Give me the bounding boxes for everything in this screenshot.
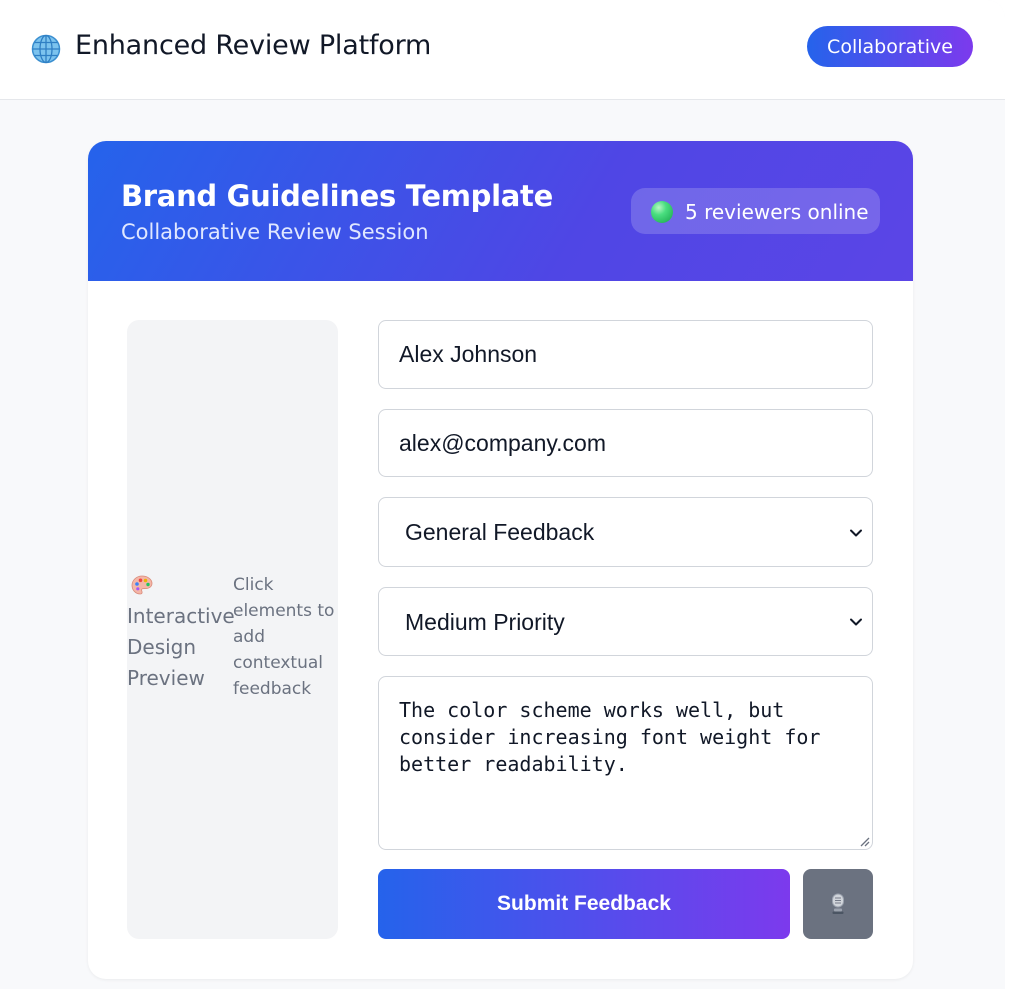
design-preview-panel[interactable]: Interactive Design Preview Click element…	[127, 320, 338, 939]
feedback-type-select[interactable]: General Feedback	[378, 497, 873, 567]
page: Enhanced Review Platform Collaborative B…	[0, 0, 1005, 989]
feedback-type-value: General Feedback	[405, 519, 595, 545]
email-field[interactable]: alex@company.com	[378, 409, 873, 477]
priority-select[interactable]: Medium Priority	[378, 587, 873, 656]
session-subtitle: Collaborative Review Session	[121, 220, 429, 244]
voice-input-button[interactable]	[803, 869, 873, 939]
palette-icon	[131, 575, 153, 595]
submit-feedback-button[interactable]: Submit Feedback	[378, 869, 790, 939]
preview-title: Interactive Design Preview	[127, 604, 235, 690]
globe-icon	[31, 34, 61, 64]
app-title: Enhanced Review Platform	[75, 30, 432, 61]
name-field[interactable]: Alex Johnson	[378, 320, 873, 389]
preview-hint: Click elements to add contextual feedbac…	[233, 575, 335, 699]
comment-text: The color scheme works well, but conside…	[399, 698, 833, 776]
priority-value: Medium Priority	[405, 609, 565, 635]
chevron-down-icon	[850, 618, 862, 626]
card-header: Brand Guidelines Template Collaborative …	[88, 141, 913, 281]
microphone-icon	[832, 893, 844, 914]
chevron-down-icon	[850, 529, 862, 537]
email-field-value: alex@company.com	[399, 430, 606, 456]
reviewers-online-pill: 5 reviewers online	[631, 188, 880, 234]
window-edge	[1005, 0, 1019, 989]
name-field-value: Alex Johnson	[399, 341, 538, 367]
app-header: Enhanced Review Platform Collaborative	[0, 0, 1005, 100]
reviewers-online-text: 5 reviewers online	[685, 200, 869, 224]
template-title: Brand Guidelines Template	[121, 179, 553, 213]
online-status-dot-icon	[651, 201, 673, 223]
collaborative-badge: Collaborative	[807, 26, 973, 67]
comment-textarea[interactable]: The color scheme works well, but conside…	[378, 676, 873, 850]
review-card: Brand Guidelines Template Collaborative …	[88, 141, 913, 979]
resize-handle-icon[interactable]	[858, 835, 870, 847]
